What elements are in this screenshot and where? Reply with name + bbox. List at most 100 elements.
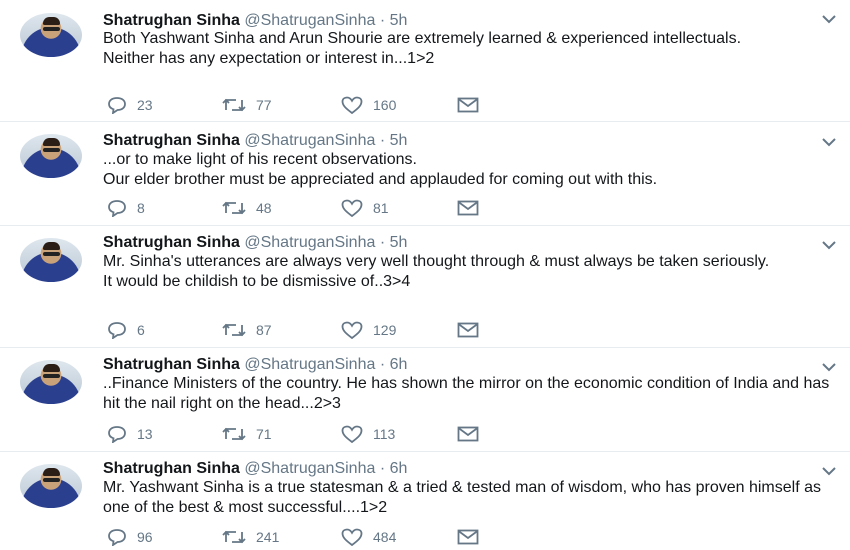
direct-message-button[interactable] xyxy=(457,198,479,218)
action-bar: 96 241 484 xyxy=(107,527,527,547)
reply-button[interactable]: 23 xyxy=(107,95,153,115)
tweet[interactable]: Shatrughan Sinha @ShatruganSinha · 5h ..… xyxy=(0,122,850,226)
direct-message-button[interactable] xyxy=(457,95,479,115)
reply-count: 23 xyxy=(137,97,153,113)
action-bar: 6 87 129 xyxy=(107,320,527,340)
avatar[interactable] xyxy=(20,13,82,57)
like-count: 113 xyxy=(373,426,396,442)
tweet-header: Shatrughan Sinha @ShatruganSinha · 6h xyxy=(103,356,407,374)
separator-dot: · xyxy=(379,460,386,477)
retweet-button[interactable]: 48 xyxy=(222,198,272,218)
separator-dot: · xyxy=(379,234,386,251)
like-count: 160 xyxy=(373,97,397,113)
retweet-icon xyxy=(222,530,246,544)
author-name[interactable]: Shatrughan Sinha xyxy=(103,234,240,251)
heart-icon xyxy=(341,199,363,217)
retweet-icon xyxy=(222,98,246,112)
retweet-button[interactable]: 87 xyxy=(222,320,272,340)
timestamp[interactable]: 5h xyxy=(390,234,408,251)
retweet-icon xyxy=(222,427,246,441)
tweet-text: Mr. Yashwant Sinha is a true statesman &… xyxy=(103,479,821,516)
retweet-count: 77 xyxy=(256,97,272,113)
chevron-down-icon[interactable] xyxy=(822,466,836,476)
like-button[interactable]: 81 xyxy=(341,198,389,218)
avatar[interactable] xyxy=(20,238,82,282)
avatar[interactable] xyxy=(20,134,82,178)
retweet-count: 48 xyxy=(256,200,272,216)
reply-count: 13 xyxy=(137,426,153,442)
reply-button[interactable]: 6 xyxy=(107,320,145,340)
author-name[interactable]: Shatrughan Sinha xyxy=(103,356,240,373)
author-handle[interactable]: @ShatruganSinha xyxy=(244,234,375,251)
avatar[interactable] xyxy=(20,360,82,404)
action-bar: 23 77 160 xyxy=(107,95,527,115)
reply-icon xyxy=(108,426,126,443)
retweet-count: 241 xyxy=(256,529,280,545)
timestamp[interactable]: 5h xyxy=(390,132,408,149)
tweet-feed: Shatrughan Sinha @ShatruganSinha · 5h Bo… xyxy=(0,0,850,550)
reply-button[interactable]: 13 xyxy=(107,424,153,444)
tweet[interactable]: Shatrughan Sinha @ShatruganSinha · 6h Mr… xyxy=(0,452,850,550)
like-button[interactable]: 160 xyxy=(341,95,396,115)
like-count: 129 xyxy=(373,322,397,338)
like-button[interactable]: 484 xyxy=(341,527,396,547)
author-handle[interactable]: @ShatruganSinha xyxy=(244,460,375,477)
tweet[interactable]: Shatrughan Sinha @ShatruganSinha · 5h Mr… xyxy=(0,226,850,348)
chevron-down-icon[interactable] xyxy=(822,240,836,250)
separator-dot: · xyxy=(379,132,386,149)
envelope-icon xyxy=(457,529,479,545)
tweet-text: ...or to make light of his recent observ… xyxy=(103,151,658,188)
envelope-icon xyxy=(457,200,479,216)
tweet-header: Shatrughan Sinha @ShatruganSinha · 5h xyxy=(103,12,407,30)
author-handle[interactable]: @ShatruganSinha xyxy=(244,356,375,373)
envelope-icon xyxy=(457,426,479,442)
author-name[interactable]: Shatrughan Sinha xyxy=(103,132,240,149)
retweet-count: 87 xyxy=(256,322,272,338)
like-count: 81 xyxy=(373,200,389,216)
reply-icon xyxy=(108,97,126,114)
author-handle[interactable]: @ShatruganSinha xyxy=(244,132,375,149)
retweet-count: 71 xyxy=(256,426,272,442)
reply-icon xyxy=(108,322,126,339)
retweet-button[interactable]: 241 xyxy=(222,527,279,547)
retweet-icon xyxy=(222,201,246,215)
tweet-text: Both Yashwant Sinha and Arun Shourie are… xyxy=(103,30,742,67)
avatar[interactable] xyxy=(20,464,82,508)
reply-icon xyxy=(108,200,126,217)
tweet[interactable]: Shatrughan Sinha @ShatruganSinha · 5h Bo… xyxy=(0,0,850,122)
chevron-down-icon[interactable] xyxy=(822,14,836,24)
retweet-button[interactable]: 77 xyxy=(222,95,272,115)
tweet-text: ..Finance Ministers of the country. He h… xyxy=(103,375,830,412)
reply-count: 8 xyxy=(137,200,145,216)
heart-icon xyxy=(341,321,363,339)
tweet-header: Shatrughan Sinha @ShatruganSinha · 6h xyxy=(103,460,407,478)
separator-dot: · xyxy=(379,12,386,29)
author-handle[interactable]: @ShatruganSinha xyxy=(244,12,375,29)
timestamp[interactable]: 6h xyxy=(390,356,408,373)
author-name[interactable]: Shatrughan Sinha xyxy=(103,460,240,477)
like-button[interactable]: 129 xyxy=(341,320,396,340)
retweet-icon xyxy=(222,323,246,337)
reply-button[interactable]: 8 xyxy=(107,198,145,218)
tweet-header: Shatrughan Sinha @ShatruganSinha · 5h xyxy=(103,132,407,150)
envelope-icon xyxy=(457,97,479,113)
retweet-button[interactable]: 71 xyxy=(222,424,272,444)
separator-dot: · xyxy=(379,356,386,373)
direct-message-button[interactable] xyxy=(457,527,479,547)
reply-button[interactable]: 96 xyxy=(107,527,153,547)
timestamp[interactable]: 5h xyxy=(390,12,408,29)
reply-icon xyxy=(108,529,126,546)
reply-count: 96 xyxy=(137,529,153,545)
author-name[interactable]: Shatrughan Sinha xyxy=(103,12,240,29)
chevron-down-icon[interactable] xyxy=(822,137,836,147)
action-bar: 8 48 81 xyxy=(107,198,527,218)
like-button[interactable]: 113 xyxy=(341,424,395,444)
direct-message-button[interactable] xyxy=(457,424,479,444)
reply-count: 6 xyxy=(137,322,145,338)
timestamp[interactable]: 6h xyxy=(390,460,408,477)
like-count: 484 xyxy=(373,529,397,545)
direct-message-button[interactable] xyxy=(457,320,479,340)
heart-icon xyxy=(341,425,363,443)
tweet[interactable]: Shatrughan Sinha @ShatruganSinha · 6h ..… xyxy=(0,348,850,452)
chevron-down-icon[interactable] xyxy=(822,362,836,372)
